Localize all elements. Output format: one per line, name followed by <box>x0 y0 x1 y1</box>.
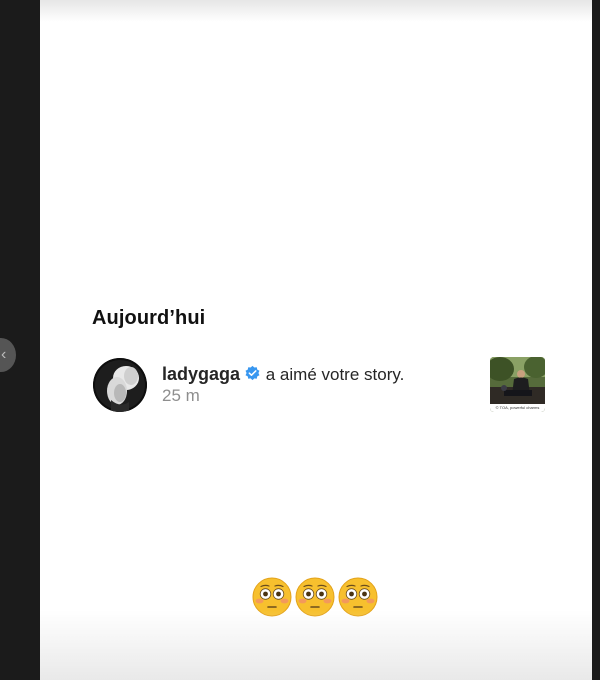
verified-badge-icon <box>245 365 260 381</box>
username-link[interactable]: ladygaga <box>162 364 240 384</box>
section-title: Aujourd’hui <box>92 307 206 329</box>
notification-text[interactable]: ladygaga a aimé votre story. 25 m <box>162 364 412 406</box>
right-side-background <box>592 0 600 680</box>
profile-avatar[interactable] <box>93 358 147 412</box>
thumbnail-caption: © TOA, powerful charms <box>490 404 545 412</box>
top-gradient <box>40 0 592 22</box>
chevron-left-icon: ‹ <box>1 346 7 363</box>
profile-photo-icon <box>93 358 147 412</box>
story-frame: Aujourd’hui ladygaga a aimé votre story.… <box>40 0 592 680</box>
bottom-gradient <box>40 610 592 680</box>
left-side-background: ‹ <box>0 0 40 680</box>
story-thumbnail[interactable]: © TOA, powerful charms <box>490 357 545 412</box>
timestamp: 25 m <box>162 386 200 405</box>
previous-story-button[interactable]: ‹ <box>0 338 16 372</box>
action-text: a aimé votre story. <box>261 365 405 384</box>
